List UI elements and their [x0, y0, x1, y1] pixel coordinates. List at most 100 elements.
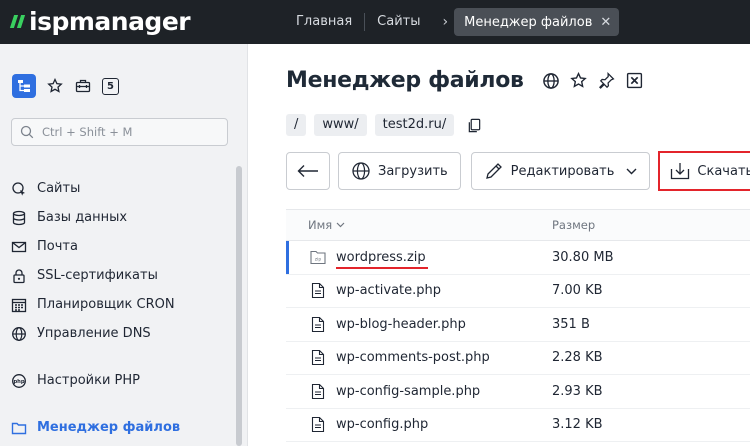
upload-label: Загрузить: [378, 163, 448, 179]
pencil-icon: [484, 161, 504, 181]
pin-icon[interactable]: [598, 72, 616, 90]
sidebar-item-mail[interactable]: Почта: [10, 232, 230, 261]
sort-chevron-icon: [336, 222, 345, 228]
sidebar-item-label: Настройки PHP: [37, 373, 141, 388]
topnav-item-home[interactable]: Главная: [284, 8, 364, 36]
mail-icon: [10, 238, 28, 256]
sidebar-item-dns[interactable]: Управление DNS: [10, 319, 230, 348]
star-icon[interactable]: [570, 72, 588, 90]
sidebar-item-label: Почта: [37, 239, 78, 254]
globe-icon: [10, 325, 28, 343]
chevron-right-icon: ›: [442, 14, 449, 30]
topnav-tab-label: Менеджер файлов: [464, 14, 593, 30]
logo-mark-icon: [9, 14, 26, 28]
sidebar-scrollbar[interactable]: [236, 166, 242, 446]
title-actions: [542, 72, 644, 90]
search-box[interactable]: [11, 118, 228, 146]
sidebar-item-label: Управление DNS: [37, 326, 151, 341]
file-size: 2.28 KB: [552, 350, 603, 366]
file-icon: [310, 416, 326, 434]
table-row[interactable]: wp-config.php 3.12 KB: [286, 409, 750, 442]
topnav-tab-file-manager[interactable]: Менеджер файлов ✕: [454, 8, 620, 36]
breadcrumb-root[interactable]: /: [286, 114, 307, 136]
file-name[interactable]: wp-activate.php: [336, 283, 441, 298]
file-size: 2.93 KB: [552, 383, 603, 399]
copy-icon[interactable]: [466, 117, 482, 133]
zip-file-icon: zip: [310, 248, 326, 266]
sidebar-item-label: Сайты: [37, 181, 81, 196]
table-row[interactable]: wp-blog-header.php 351 B: [286, 308, 750, 342]
file-icon: [310, 349, 326, 367]
table-row[interactable]: wp-activate.php 7.00 KB: [286, 275, 750, 308]
briefcase-icon[interactable]: [74, 77, 92, 95]
quick-badge[interactable]: 5: [102, 77, 119, 95]
top-nav: Главная Сайты › Менеджер файлов ✕: [284, 0, 620, 44]
sidebar-item-file-manager[interactable]: Менеджер файлов: [10, 413, 230, 442]
upload-button[interactable]: Загрузить: [338, 152, 461, 190]
edit-label: Редактировать: [510, 163, 615, 179]
column-size-label: Размер: [552, 218, 596, 232]
download-icon: [670, 161, 690, 181]
arrow-left-icon: [297, 165, 318, 177]
column-size-header[interactable]: Размер: [552, 218, 595, 232]
sidebar-item-label: Менеджер файлов: [37, 420, 181, 435]
sidebar-quick-icons: 5: [12, 74, 119, 98]
sidebar-item-label: Базы данных: [37, 210, 128, 225]
star-icon[interactable]: [46, 77, 64, 95]
file-size: 7.00 KB: [552, 283, 603, 299]
table-row[interactable]: zip wordpress.zip 30.80 MB: [286, 241, 750, 275]
php-icon: php: [10, 372, 28, 390]
sidebar: 5 Сайты Базы данных Почта SSL-сертификат…: [0, 44, 248, 446]
download-button[interactable]: Скачать: [662, 155, 750, 187]
column-name-header[interactable]: Имя: [286, 218, 552, 232]
top-bar: ispmanager Главная Сайты › Менеджер файл…: [0, 0, 750, 44]
table-row[interactable]: wp-comments-post.php 2.28 KB: [286, 342, 750, 375]
page-title: Менеджер файлов: [286, 68, 524, 93]
sidebar-item-label: Планировщик CRON: [37, 297, 175, 312]
sidebar-item-databases[interactable]: Базы данных: [10, 203, 230, 232]
main-content: Менеджер файлов / www/ test2d.ru/ Загруз…: [248, 44, 750, 446]
breadcrumb-domain[interactable]: test2d.ru/: [374, 114, 455, 136]
table-header: Имя Размер: [286, 209, 750, 241]
file-name[interactable]: wp-blog-header.php: [336, 317, 466, 332]
file-name[interactable]: wp-comments-post.php: [336, 350, 490, 365]
file-size: 3.12 KB: [552, 417, 603, 433]
topnav-item-sites[interactable]: Сайты: [365, 8, 432, 36]
back-button[interactable]: [286, 152, 330, 190]
folder-icon: [10, 419, 28, 437]
breadcrumb-www[interactable]: www/: [314, 114, 367, 136]
sidebar-item-sites[interactable]: Сайты: [10, 174, 230, 203]
column-name-label: Имя: [308, 218, 333, 232]
sidebar-item-ssl[interactable]: SSL-сертификаты: [10, 261, 230, 290]
sidebar-item-cron[interactable]: Планировщик CRON: [10, 290, 230, 319]
file-size: 351 B: [552, 316, 590, 332]
database-icon: [10, 209, 28, 227]
edit-button[interactable]: Редактировать: [470, 152, 651, 190]
svg-text:php: php: [13, 379, 24, 385]
globe-icon[interactable]: [542, 72, 560, 90]
file-icon: [310, 315, 326, 333]
download-highlight: Скачать: [658, 151, 750, 191]
search-icon: [20, 125, 34, 139]
table-row[interactable]: wp-config-sample.php 2.93 KB: [286, 375, 750, 409]
file-size: 30.80 MB: [552, 249, 614, 265]
file-icon: [310, 382, 326, 400]
spreadsheet-icon[interactable]: [626, 72, 644, 90]
file-icon: [310, 282, 326, 300]
file-name[interactable]: wp-config-sample.php: [336, 384, 480, 399]
chevron-down-icon[interactable]: [626, 168, 637, 175]
search-input[interactable]: [42, 125, 222, 139]
toolbar: Загрузить Редактировать Скачать: [286, 151, 750, 191]
file-name[interactable]: wordpress.zip: [336, 250, 428, 269]
file-name[interactable]: wp-config.php: [336, 417, 428, 432]
sidebar-item-label: SSL-сертификаты: [37, 268, 158, 283]
breadcrumb: / www/ test2d.ru/: [286, 114, 482, 136]
sidebar-item-php[interactable]: php Настройки PHP: [10, 366, 230, 395]
title-row: Менеджер файлов: [286, 68, 644, 93]
close-icon[interactable]: ✕: [600, 15, 611, 30]
logo[interactable]: ispmanager: [9, 7, 191, 36]
tree-view-icon[interactable]: [12, 74, 36, 98]
lock-icon: [10, 267, 28, 285]
